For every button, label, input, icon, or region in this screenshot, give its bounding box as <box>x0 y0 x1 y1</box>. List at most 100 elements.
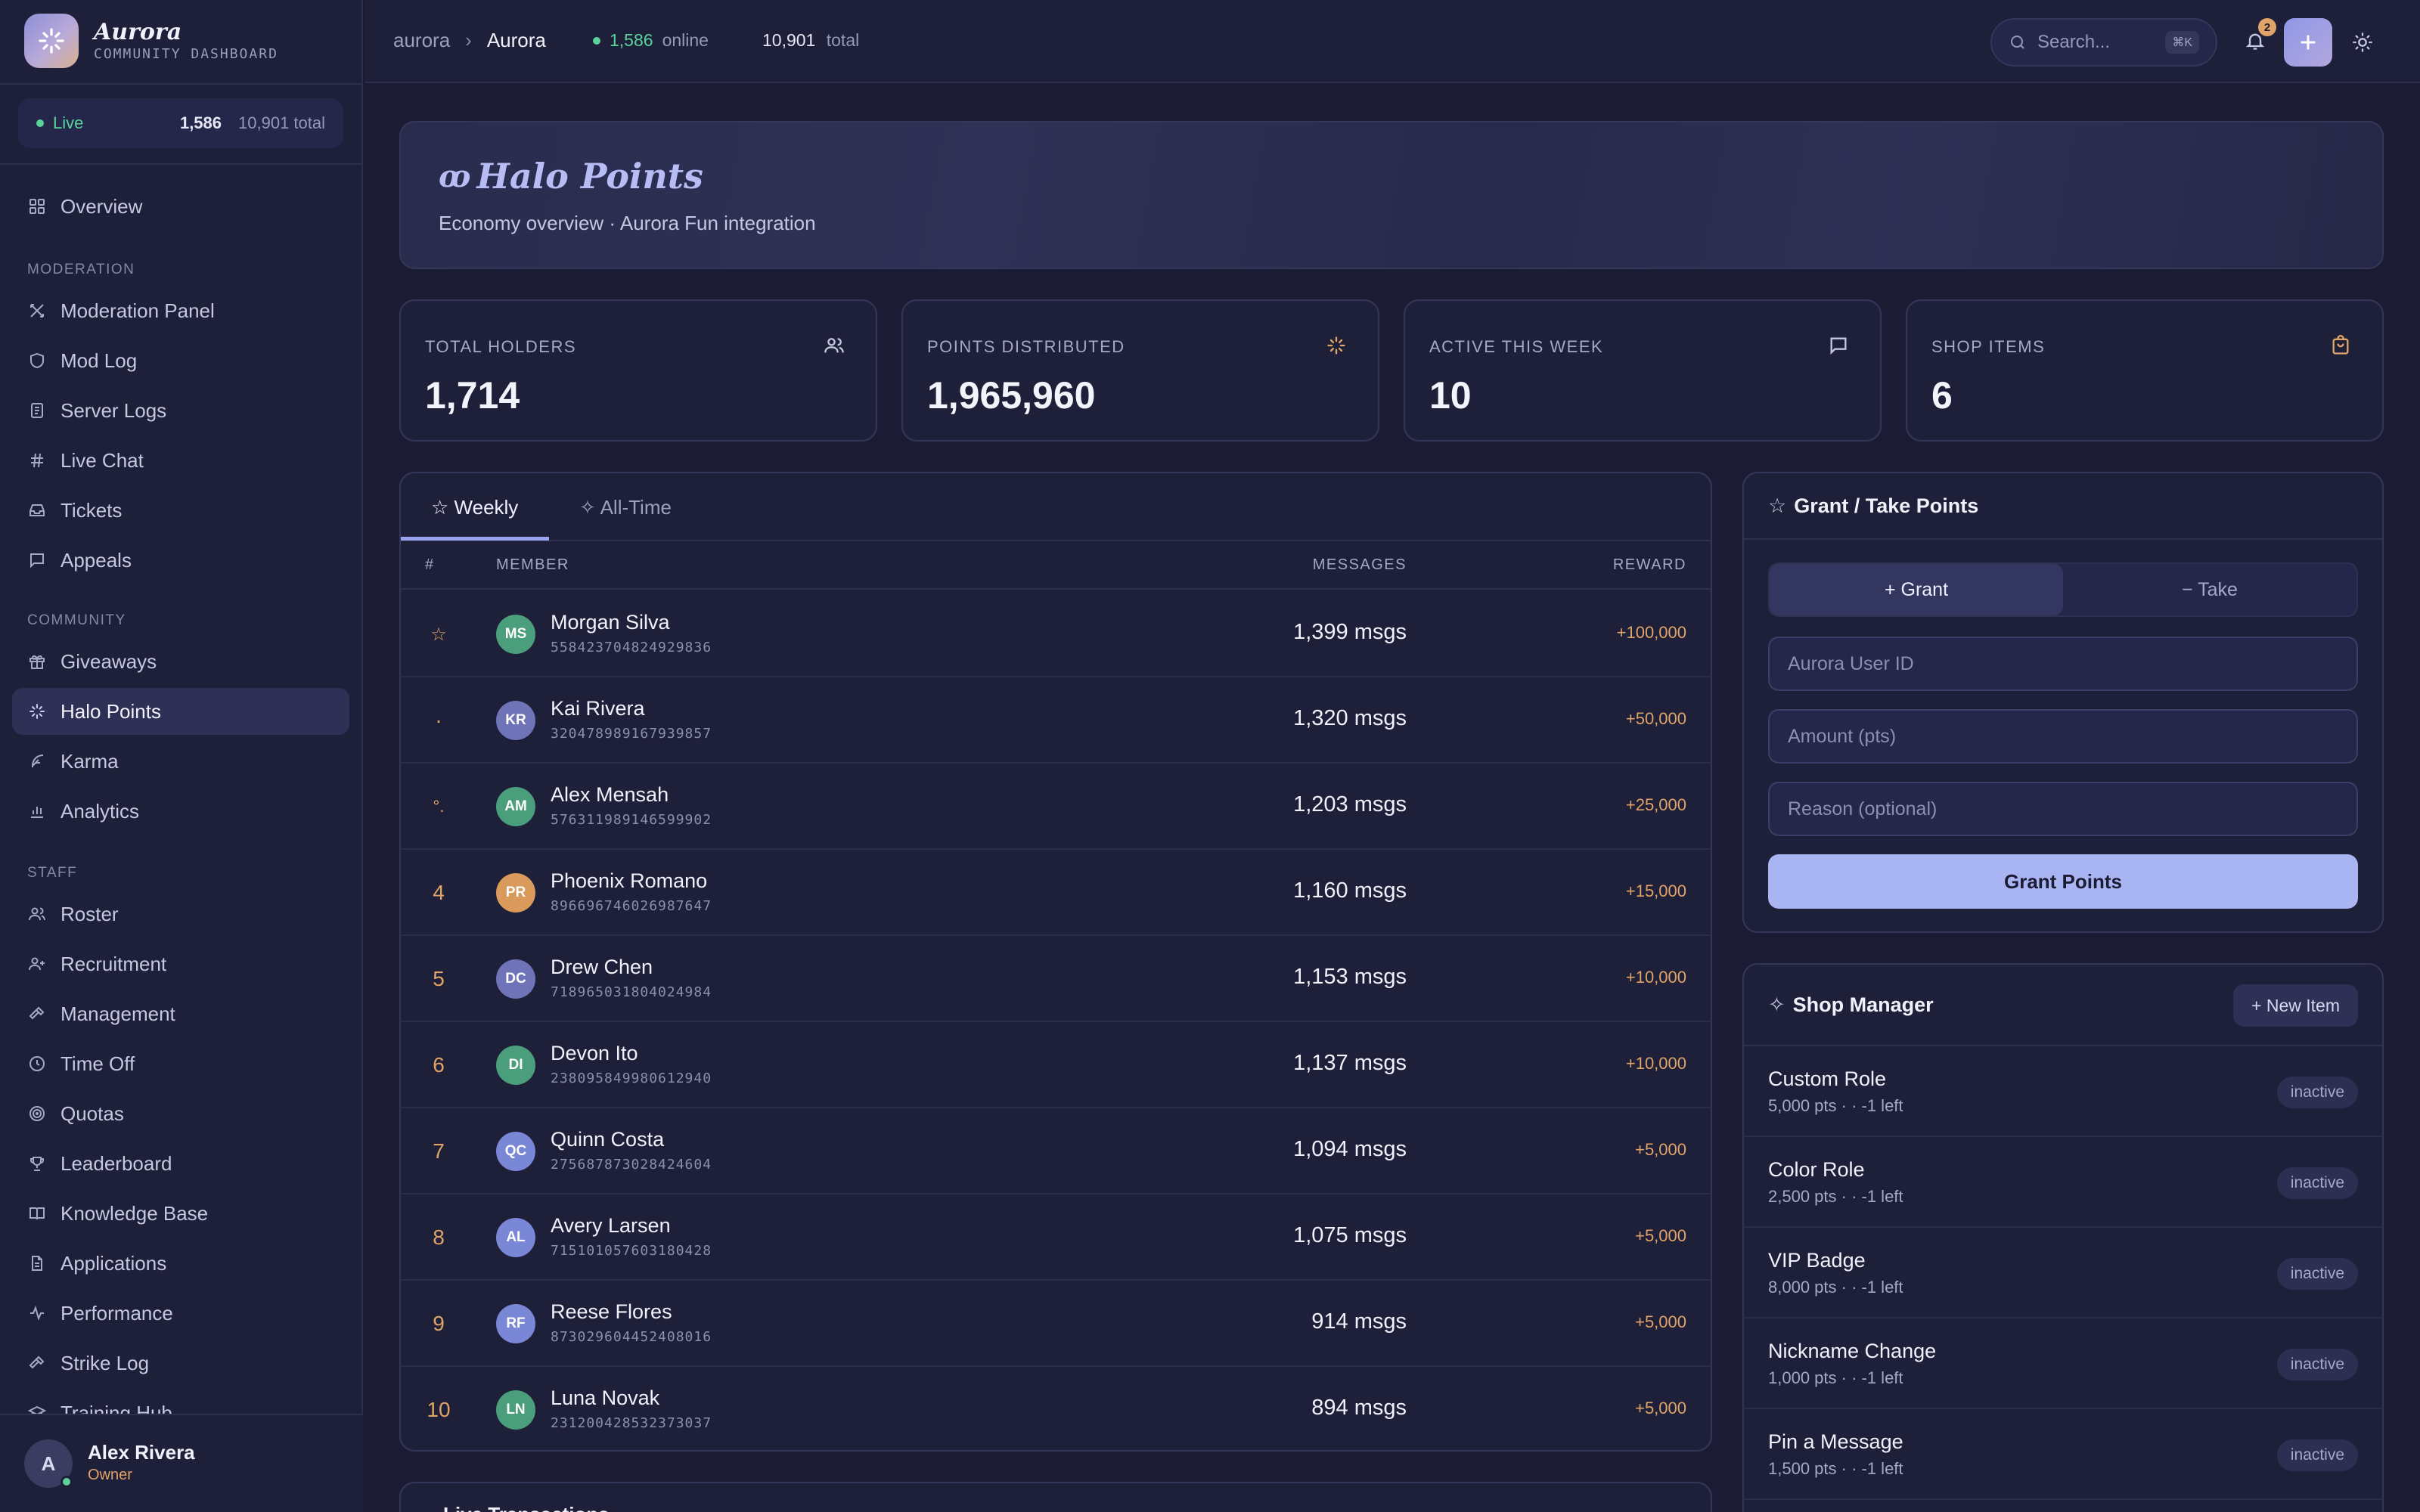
activity-icon <box>27 1303 47 1323</box>
table-row[interactable]: ☆ MS Morgan Silva 558423704824929836 1,3… <box>401 591 1711 677</box>
sidebar-item-server-logs[interactable]: Server Logs <box>12 387 349 434</box>
table-row[interactable]: 9 RF Reese Flores 873029604452408016 914… <box>401 1281 1711 1367</box>
sidebar-item-label: Server Logs <box>60 398 167 422</box>
create-button[interactable] <box>2284 18 2332 67</box>
avatar: QC <box>496 1132 535 1171</box>
avatar: AM <box>496 787 535 826</box>
sidebar-item-quotas[interactable]: Quotas <box>12 1090 349 1137</box>
sidebar-item-roster[interactable]: Roster <box>12 891 349 937</box>
table-row[interactable]: 8 AL Avery Larsen 715101057603180428 1,0… <box>401 1194 1711 1281</box>
avatar: A <box>24 1439 73 1488</box>
table-row[interactable]: 6 DI Devon Ito 238095849980612940 1,137 … <box>401 1022 1711 1108</box>
reward-amount: +5,000 <box>1635 1140 1686 1159</box>
sidebar-item-strike-log[interactable]: Strike Log <box>12 1340 349 1387</box>
message-count: 1,399 msgs <box>1293 620 1407 644</box>
message-count: 914 msgs <box>1311 1309 1407 1334</box>
user-id-field[interactable] <box>1768 637 2358 691</box>
page-title-text: Halo Points <box>476 156 703 197</box>
search-input[interactable]: Search... ⌘K <box>1990 18 2217 67</box>
grant-tab[interactable]: + Grant <box>1770 564 2063 615</box>
sidebar-item-label: Live Chat <box>60 448 144 472</box>
grant-points-button[interactable]: Grant Points <box>1768 854 2358 909</box>
status-badge[interactable]: inactive <box>2276 1167 2358 1199</box>
sidebar-item-time-off[interactable]: Time Off <box>12 1040 349 1087</box>
section-label-moderation: MODERATION <box>27 262 135 277</box>
status-badge[interactable]: inactive <box>2276 1349 2358 1380</box>
shop-item[interactable]: Color Role 2,500 pts · · -1 left inactiv… <box>1744 1137 2382 1228</box>
sidebar-item-label: Leaderboard <box>60 1151 172 1175</box>
avatar: MS <box>496 615 535 654</box>
rank-cell: ☆ <box>430 624 447 645</box>
notification-count-badge: 2 <box>2258 18 2276 36</box>
status-badge[interactable]: inactive <box>2276 1258 2358 1290</box>
sidebar-item-label: Performance <box>60 1301 173 1325</box>
member-name: Quinn Costa <box>551 1128 665 1151</box>
member-name: Alex Mensah <box>551 783 669 806</box>
shop-item[interactable]: Custom Role 5,000 pts · · -1 left inacti… <box>1744 1046 2382 1137</box>
total-indicator: 10,901 total <box>762 30 859 51</box>
sidebar-item-applications[interactable]: Applications <box>12 1240 349 1287</box>
status-badge[interactable]: inactive <box>2276 1439 2358 1471</box>
rank-cell: · <box>435 708 442 732</box>
status-badge[interactable]: inactive <box>2276 1077 2358 1108</box>
users-icon <box>27 904 47 924</box>
shop-item-meta: 1,500 pts · · -1 left <box>1768 1459 1903 1478</box>
sidebar-item-mod-log[interactable]: Mod Log <box>12 337 349 384</box>
member-name: Drew Chen <box>551 956 653 978</box>
message-count: 1,320 msgs <box>1293 706 1407 730</box>
shop-item[interactable]: Pin a Message 1,500 pts · · -1 left inac… <box>1744 1409 2382 1500</box>
member-id: 873029604452408016 <box>551 1329 712 1345</box>
table-row[interactable]: 7 QC Quinn Costa 275687873028424604 1,09… <box>401 1108 1711 1194</box>
reward-amount: +25,000 <box>1625 795 1686 814</box>
sidebar-item-recruitment[interactable]: Recruitment <box>12 940 349 987</box>
brand[interactable]: Aurora COMMUNITY DASHBOARD <box>24 14 278 68</box>
reason-field[interactable] <box>1768 782 2358 836</box>
sparkle-icon: ✧ <box>1768 993 1786 1016</box>
tab-weekly[interactable]: ☆ Weekly <box>431 473 518 541</box>
sidebar-item-leaderboard[interactable]: Leaderboard <box>12 1140 349 1187</box>
amount-field[interactable] <box>1768 709 2358 764</box>
theme-toggle-button[interactable] <box>2346 26 2379 59</box>
shop-item[interactable]: VIP Badge 8,000 pts · · -1 left inactive <box>1744 1228 2382 1318</box>
member-id: 320478989167939857 <box>551 726 712 742</box>
sidebar-item-appeals[interactable]: Appeals <box>12 537 349 584</box>
sidebar-item-moderation-panel[interactable]: Moderation Panel <box>12 287 349 334</box>
sidebar-item-halo-points[interactable]: Halo Points <box>12 688 349 735</box>
sidebar-item-overview[interactable]: Overview <box>12 183 349 230</box>
stat-label: TOTAL HOLDERS <box>425 337 577 356</box>
page-subtitle: Economy overview · Aurora Fun integratio… <box>439 212 816 234</box>
file-icon <box>27 1253 47 1273</box>
current-user[interactable]: A Alex Rivera Owner <box>0 1414 363 1512</box>
online-dot-icon <box>593 36 600 45</box>
live-total-count: 10,901 total <box>238 113 325 132</box>
notifications-button[interactable]: 2 <box>2240 18 2276 56</box>
column-rank: # <box>425 556 435 573</box>
tab-all-time[interactable]: ✧ All-Time <box>579 473 672 541</box>
sidebar-item-performance[interactable]: Performance <box>12 1290 349 1337</box>
gift-icon <box>27 652 47 671</box>
shop-item-name: Pin a Message <box>1768 1430 1903 1453</box>
breadcrumb-root[interactable]: aurora <box>393 29 450 52</box>
online-indicator: 1,586 online <box>593 30 709 51</box>
sidebar-item-label: Halo Points <box>60 699 161 723</box>
message-count: 1,160 msgs <box>1293 878 1407 903</box>
rank-cell: 6 <box>433 1053 445 1077</box>
take-tab[interactable]: − Take <box>2063 564 2356 615</box>
sidebar-item-live-chat[interactable]: Live Chat <box>12 437 349 484</box>
table-row[interactable]: 10 LN Luna Novak 231200428532373037 894 … <box>401 1367 1711 1450</box>
sidebar-item-giveaways[interactable]: Giveaways <box>12 638 349 685</box>
table-row[interactable]: 4 PR Phoenix Romano 896696746026987647 1… <box>401 850 1711 936</box>
table-row[interactable]: °. AM Alex Mensah 576311989146599902 1,2… <box>401 764 1711 850</box>
shop-item[interactable]: Nickname Change 1,000 pts · · -1 left in… <box>1744 1318 2382 1409</box>
stat-label: POINTS DISTRIBUTED <box>927 337 1125 356</box>
sidebar-item-management[interactable]: Management <box>12 990 349 1037</box>
stat-card-points-distributed: POINTS DISTRIBUTED 1,965,960 <box>901 299 1379 442</box>
sidebar-item-karma[interactable]: Karma <box>12 738 349 785</box>
sidebar-item-knowledge-base[interactable]: Knowledge Base <box>12 1190 349 1237</box>
sidebar-item-tickets[interactable]: Tickets <box>12 487 349 534</box>
table-row[interactable]: 5 DC Drew Chen 718965031804024984 1,153 … <box>401 936 1711 1022</box>
new-item-button[interactable]: + New Item <box>2233 984 2358 1027</box>
table-row[interactable]: · KR Kai Rivera 320478989167939857 1,320… <box>401 677 1711 764</box>
sidebar-item-analytics[interactable]: Analytics <box>12 788 349 835</box>
stat-card-active-this-week: ACTIVE THIS WEEK 10 <box>1404 299 1882 442</box>
